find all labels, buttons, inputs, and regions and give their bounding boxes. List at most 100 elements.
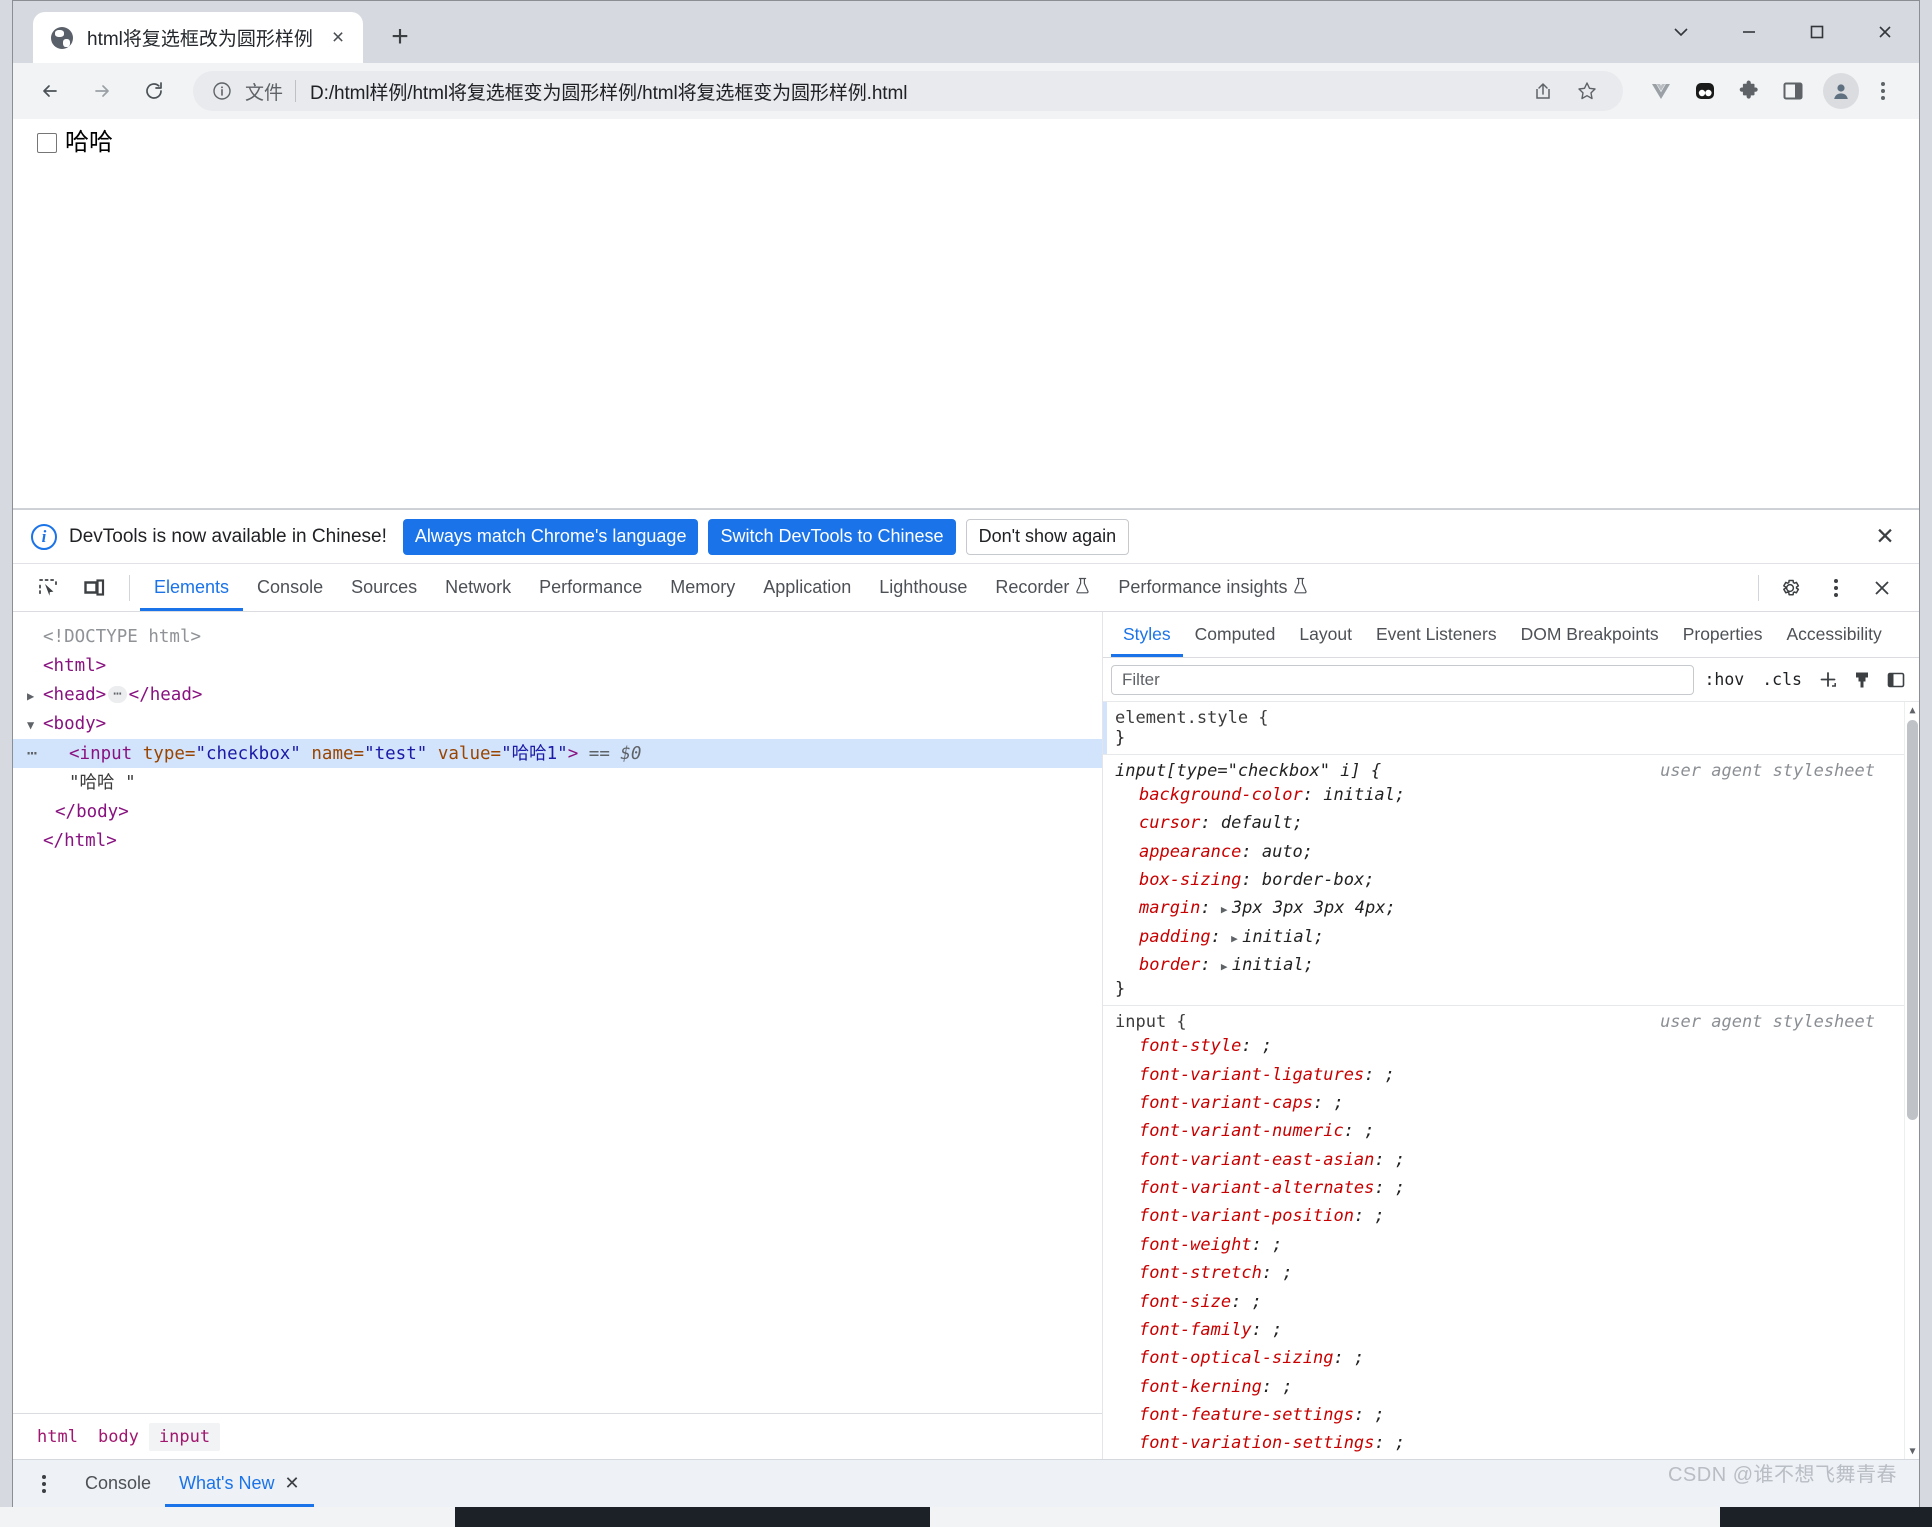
declaration[interactable]: font-stretch: ; (1103, 1259, 1919, 1287)
reload-icon[interactable] (131, 68, 177, 114)
declaration-value[interactable]: initial (1232, 955, 1304, 975)
declaration-value[interactable]: default (1221, 813, 1293, 833)
scroll-up-icon[interactable]: ▲ (1905, 702, 1919, 718)
expand-shorthand-icon[interactable]: ▶ (1221, 958, 1232, 975)
devtools-tab-console[interactable]: Console (243, 564, 337, 611)
collapse-arrow-icon[interactable]: ▼ (27, 716, 41, 734)
dom-tree-pane[interactable]: <!DOCTYPE html> <html> ▶ <head> ⋯ </head> ▼… (13, 612, 1103, 1459)
scroll-down-icon[interactable]: ▼ (1905, 1443, 1919, 1459)
devtools-tab-performance-insights[interactable]: Performance insights (1104, 564, 1322, 611)
declaration[interactable]: border: ▶ initial; (1103, 951, 1919, 979)
devtools-tab-recorder[interactable]: Recorder (981, 564, 1104, 611)
collapsed-children-icon[interactable]: ⋯ (108, 686, 127, 703)
rule-selector[interactable]: element.style { (1115, 708, 1269, 728)
declaration[interactable]: font-style: ; (1103, 1032, 1919, 1060)
declaration[interactable]: margin: ▶ 3px 3px 3px 4px; (1103, 894, 1919, 922)
close-devtools-icon[interactable] (1861, 568, 1903, 608)
switch-to-chinese-button[interactable]: Switch DevTools to Chinese (708, 518, 956, 555)
scrollbar-thumb[interactable] (1907, 720, 1918, 1120)
declaration[interactable]: font-variant-caps: ; (1103, 1089, 1919, 1117)
declaration-value[interactable]: initial (1323, 785, 1395, 805)
devtools-tab-lighthouse[interactable]: Lighthouse (865, 564, 981, 611)
declaration[interactable]: font-variant-position: ; (1103, 1202, 1919, 1230)
declaration[interactable]: font-variant-ligatures: ; (1103, 1061, 1919, 1089)
declaration[interactable]: cursor: default; (1103, 809, 1919, 837)
styles-tab-styles[interactable]: Styles (1111, 612, 1183, 657)
styles-tab-layout[interactable]: Layout (1287, 612, 1364, 657)
close-window-icon[interactable] (1851, 1, 1919, 63)
rule-selector[interactable]: input[type="checkbox" i] { (1115, 761, 1381, 781)
settings-gear-icon[interactable] (1769, 568, 1811, 608)
test-checkbox[interactable] (37, 133, 57, 153)
declaration[interactable]: font-optical-sizing: ; (1103, 1344, 1919, 1372)
computed-styles-brush-icon[interactable] (1847, 665, 1877, 695)
dom-line-html-open[interactable]: <html> (13, 651, 1102, 680)
declaration[interactable]: appearance: auto; (1103, 838, 1919, 866)
devtools-tab-performance[interactable]: Performance (525, 564, 656, 611)
toggle-hover-state-button[interactable]: :hov (1698, 670, 1752, 689)
address-bar[interactable]: 文件 D:/html样例/html将复选框变为圆形样例/html将复选框变为圆形… (193, 71, 1623, 111)
new-tab-button[interactable]: + (377, 14, 423, 60)
toggle-device-toolbar-icon[interactable] (73, 568, 115, 608)
checkbox-row[interactable]: 哈哈 (37, 131, 1919, 155)
declaration[interactable]: font-variant-alternates: ; (1103, 1174, 1919, 1202)
search-tabs-icon[interactable] (1647, 1, 1715, 63)
declaration-value[interactable]: border-box (1262, 870, 1364, 890)
vue-devtools-icon[interactable] (1641, 71, 1681, 111)
dont-show-again-button[interactable]: Don't show again (965, 518, 1130, 555)
drawer-tab-whats-new[interactable]: What's New ✕ (165, 1460, 314, 1507)
breadcrumb-item-input[interactable]: input (148, 1422, 221, 1451)
declaration[interactable]: font-feature-settings: ; (1103, 1401, 1919, 1429)
declaration[interactable]: background-color: initial; (1103, 781, 1919, 809)
devtools-tab-memory[interactable]: Memory (656, 564, 749, 611)
element-more-icon[interactable]: ⋯ (27, 741, 38, 767)
bookmark-star-icon[interactable] (1567, 71, 1607, 111)
declaration[interactable]: font-variant-east-asian: ; (1103, 1146, 1919, 1174)
puzzle-extensions-icon[interactable] (1729, 71, 1769, 111)
declaration[interactable]: font-variant-numeric: ; (1103, 1117, 1919, 1145)
back-icon[interactable] (27, 68, 73, 114)
styles-tab-dom-breakpoints[interactable]: DOM Breakpoints (1509, 612, 1671, 657)
dom-line-head[interactable]: ▶ <head> ⋯ </head> (13, 681, 1102, 710)
declaration[interactable]: padding: ▶ initial; (1103, 923, 1919, 951)
drawer-more-menu-icon[interactable] (27, 1467, 61, 1501)
declaration[interactable]: font-weight: ; (1103, 1231, 1919, 1259)
declaration[interactable]: box-sizing: border-box; (1103, 866, 1919, 894)
rule-selector[interactable]: input { (1115, 1012, 1187, 1032)
devtools-tab-sources[interactable]: Sources (337, 564, 431, 611)
chrome-menu-icon[interactable] (1863, 71, 1903, 111)
styles-tab-event-listeners[interactable]: Event Listeners (1364, 612, 1509, 657)
declaration-value[interactable]: auto (1262, 842, 1303, 862)
expand-shorthand-icon[interactable]: ▶ (1221, 901, 1232, 918)
close-tab-icon[interactable]: × (323, 23, 353, 53)
profile-avatar-icon[interactable] (1823, 73, 1859, 109)
devtools-tab-application[interactable]: Application (749, 564, 865, 611)
side-panel-icon[interactable] (1773, 71, 1813, 111)
inspect-element-icon[interactable] (27, 568, 69, 608)
declaration[interactable]: text-rendering: auto; (1103, 1458, 1919, 1459)
styles-tab-accessibility[interactable]: Accessibility (1774, 612, 1893, 657)
declaration[interactable]: font-family: ; (1103, 1316, 1919, 1344)
dom-line-html-close[interactable]: </html> (13, 827, 1102, 856)
devtools-tab-elements[interactable]: Elements (140, 564, 243, 611)
forward-icon[interactable] (79, 68, 125, 114)
dom-line-body-open[interactable]: ▼ <body> (13, 710, 1102, 739)
breadcrumb-item-body[interactable]: body (88, 1423, 149, 1451)
maximize-icon[interactable] (1783, 1, 1851, 63)
devtools-more-menu-icon[interactable] (1815, 568, 1857, 608)
minimize-icon[interactable] (1715, 1, 1783, 63)
site-info-icon[interactable] (209, 78, 235, 104)
breadcrumb-item-html[interactable]: html (27, 1423, 88, 1451)
browser-tab[interactable]: html将复选框改为圆形样例 × (33, 12, 363, 63)
styles-tab-properties[interactable]: Properties (1671, 612, 1775, 657)
dom-line-doctype[interactable]: <!DOCTYPE html> (13, 622, 1102, 651)
share-icon[interactable] (1523, 71, 1563, 111)
declaration-value[interactable]: initial (1242, 927, 1314, 947)
extension-dots-icon[interactable] (1685, 71, 1725, 111)
declaration[interactable]: font-size: ; (1103, 1288, 1919, 1316)
expand-shorthand-icon[interactable]: ▶ (1231, 930, 1242, 947)
drawer-tab-console[interactable]: Console (71, 1460, 165, 1507)
new-style-rule-icon[interactable] (1813, 665, 1843, 695)
dom-line-input-selected[interactable]: ⋯ <input type="checkbox" name="test" valu… (13, 739, 1102, 769)
styles-tab-computed[interactable]: Computed (1183, 612, 1288, 657)
